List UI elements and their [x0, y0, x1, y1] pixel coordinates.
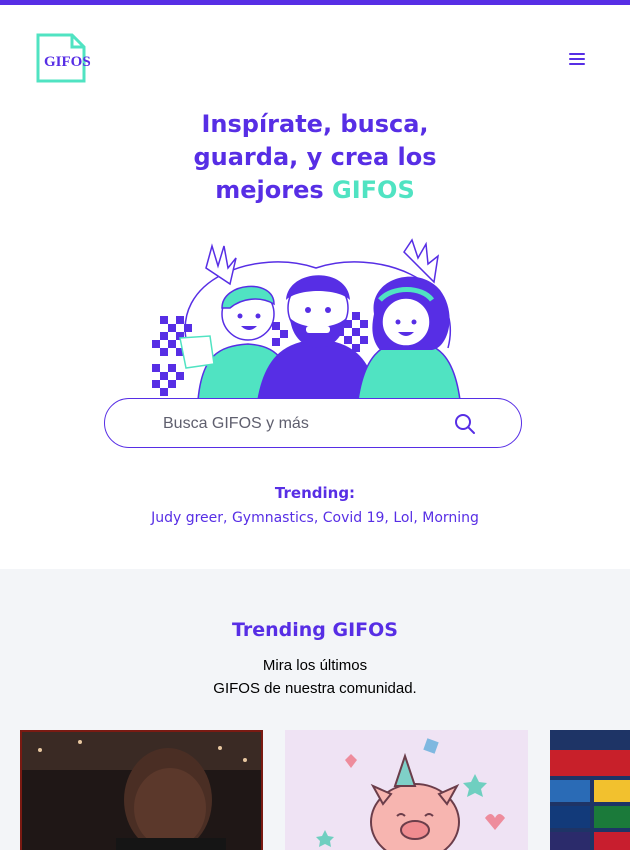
section-title: Trending GIFOS — [232, 619, 398, 641]
headline-line-3: mejores GIFOS — [150, 174, 480, 207]
gif-card[interactable] — [20, 730, 263, 850]
trending-term-link[interactable]: Covid 19 — [323, 510, 385, 526]
trending-label: Trending: — [274, 484, 356, 502]
trending-term-link[interactable]: Lol — [393, 510, 413, 526]
hero-headline: Inspírate, busca, guarda, y crea los mej… — [150, 108, 480, 207]
section-subtitle: Mira los últimos GIFOS de nuestra comuni… — [0, 654, 630, 700]
three-friends-illustration — [152, 238, 461, 400]
sponsor-board-gif-image — [550, 730, 630, 850]
top-accent-bar — [0, 0, 630, 5]
headline-accent: GIFOS — [332, 176, 415, 204]
trending-term-link[interactable]: Gymnastics — [232, 510, 314, 526]
man-in-suit-gif-image — [20, 730, 263, 850]
menu-line — [569, 63, 585, 65]
party-pig-gif-image — [285, 730, 528, 850]
logo-text: GIFOS — [44, 54, 91, 70]
gif-card[interactable] — [285, 730, 528, 850]
trending-gifos-section: Trending GIFOS Mira los últimos GIFOS de… — [0, 569, 630, 850]
trending-terms: Judy greer, Gymnastics, Covid 19, Lol, M… — [151, 510, 479, 526]
hamburger-menu-button[interactable] — [566, 50, 588, 70]
gif-card[interactable] — [550, 730, 630, 850]
trending-term-link[interactable]: Morning — [422, 510, 479, 526]
trending-term-link[interactable]: Judy greer — [151, 510, 223, 526]
search-bar[interactable] — [104, 398, 522, 448]
headline-line-2: guarda, y crea los — [193, 143, 437, 171]
menu-line — [569, 53, 585, 55]
search-icon[interactable] — [453, 412, 477, 436]
menu-line — [569, 58, 585, 60]
headline-line-1: Inspírate, busca, — [201, 110, 429, 138]
section-subtitle-line-1: Mira los últimos — [262, 657, 368, 674]
search-input[interactable] — [161, 411, 445, 437]
headline-line-3-prefix: mejores — [215, 176, 333, 204]
section-subtitle-line-2: GIFOS de nuestra comunidad. — [213, 680, 417, 697]
